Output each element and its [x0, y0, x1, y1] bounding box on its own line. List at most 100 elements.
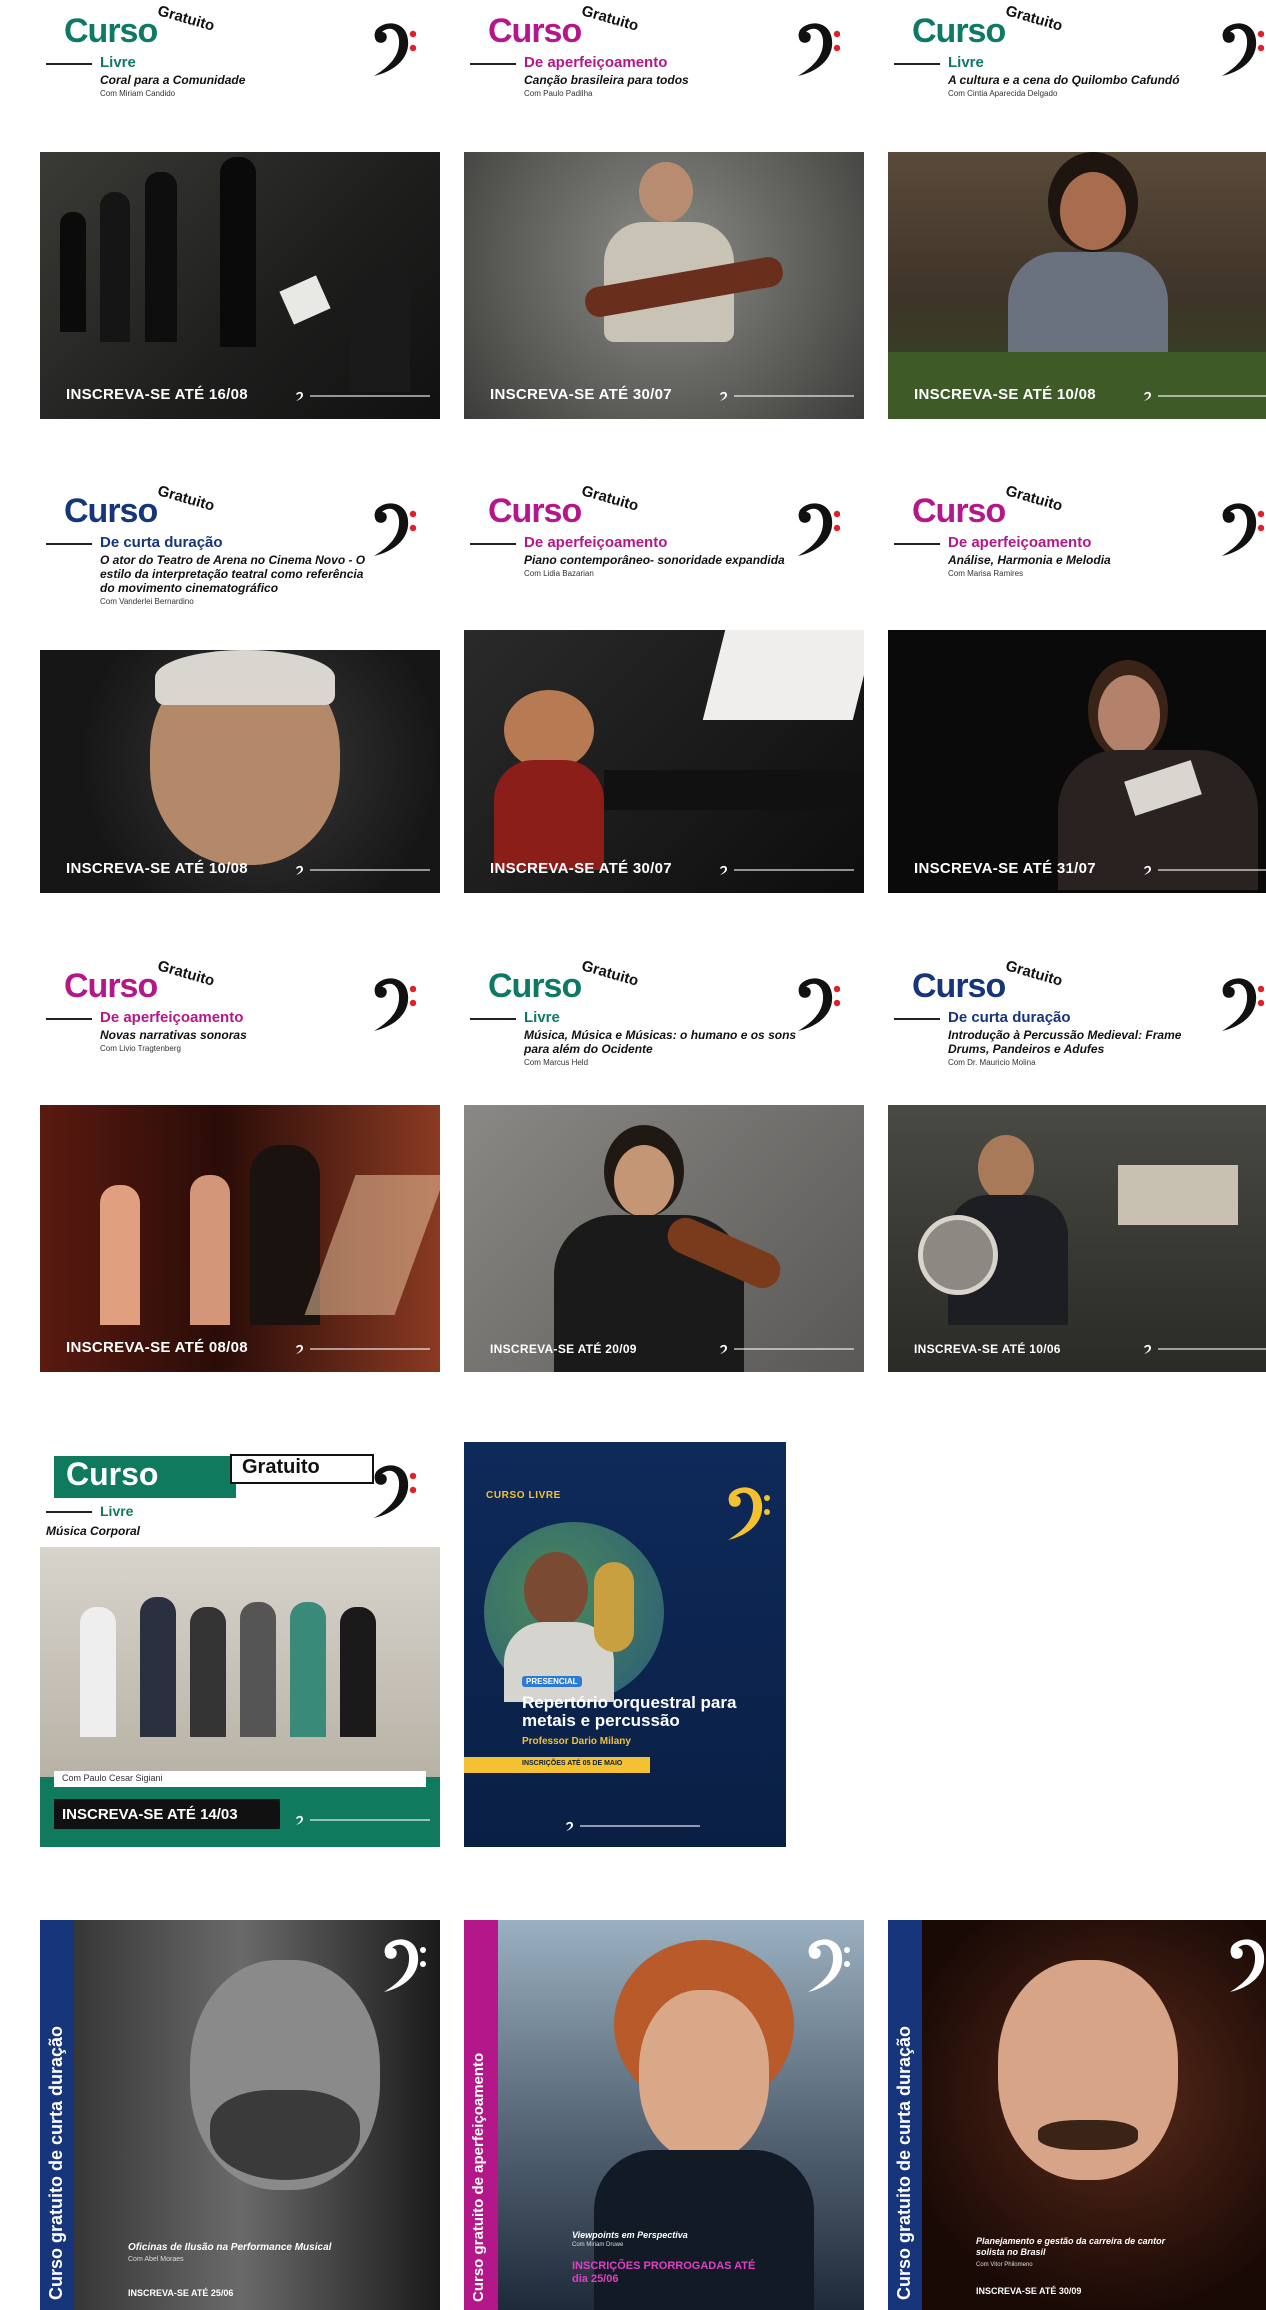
vertical-label: Curso gratuito de curta duração: [46, 2025, 66, 2300]
presencial-badge: PRESENCIAL: [522, 1676, 582, 1687]
course-card[interactable]: Curso Gratuito Livre Música, Música e Mú…: [464, 955, 864, 1372]
course-card[interactable]: CURSO LIVRE PRESENCIAL Repertório orques…: [464, 1442, 786, 1847]
deadline-cta[interactable]: INSCRIÇÕES ATÉ 05 DE MAIO: [522, 1760, 622, 1767]
course-photo: [40, 1547, 440, 1777]
curso-label: Curso: [66, 1456, 159, 1492]
footer-logo-icon: [1142, 1344, 1266, 1354]
instructor-name: Com Dr. Mauricio Molina: [948, 1058, 1036, 1067]
course-photo: [464, 630, 864, 893]
footer-logo-icon: [294, 1344, 434, 1354]
instructor-name: Com Livio Tragtenberg: [100, 1044, 181, 1053]
course-card[interactable]: Curso Gratuito De aperfeiçoamento Anális…: [888, 480, 1266, 893]
deadline-cta[interactable]: INSCREVA-SE ATÉ 30/09: [976, 2286, 1081, 2296]
course-card[interactable]: Curso gratuito de aperfeiçoamento Viewpo…: [464, 1920, 864, 2310]
instructor-photo: [484, 1522, 664, 1702]
category-label: De aperfeiçoamento: [524, 54, 668, 71]
curso-label: Curso: [64, 492, 158, 530]
gratuito-label: Gratuito: [579, 482, 641, 515]
deadline-cta[interactable]: INSCREVA-SE ATÉ 08/08: [66, 1339, 248, 1356]
course-title: Canção brasileira para todos: [524, 73, 689, 87]
course-card[interactable]: Curso Gratuito De curta duração O ator d…: [40, 480, 440, 893]
course-photo: [888, 1105, 1266, 1372]
gratuito-label: Gratuito: [579, 2, 641, 35]
course-title: Análise, Harmonia e Melodia: [948, 553, 1111, 567]
curso-label: Curso: [912, 12, 1006, 50]
course-card[interactable]: Curso Gratuito De curta duração Introduç…: [888, 955, 1266, 1372]
category-label: De aperfeiçoamento: [524, 534, 668, 551]
course-title: Novas narrativas sonoras: [100, 1028, 247, 1042]
deadline-cta[interactable]: INSCREVA-SE ATÉ 31/07: [914, 860, 1096, 877]
bass-clef-icon: [1230, 1939, 1265, 1992]
course-card[interactable]: Curso Gratuito De aperfeiçoamento Novas …: [40, 955, 440, 1372]
instructor-name: Com Abel Moraes: [128, 2256, 184, 2263]
instructor-name: Com Marcus Held: [524, 1058, 589, 1067]
bass-clef-icon: [794, 18, 840, 78]
course-photo: [888, 152, 1266, 419]
gratuito-label: Gratuito: [1003, 482, 1065, 515]
category-label: Livre: [100, 1503, 134, 1519]
course-title: A cultura e a cena do Quilombo Cafundó: [948, 73, 1180, 87]
footer-logo-icon: [718, 391, 858, 401]
curso-label: Curso: [912, 492, 1006, 530]
course-card[interactable]: Curso Gratuito Livre Música Corporal Com…: [40, 1442, 440, 1847]
bass-clef-icon: [808, 1939, 850, 1992]
course-card[interactable]: Curso Gratuito Livre A cultura e a cena …: [888, 0, 1266, 419]
extended-deadline-cta[interactable]: INSCRIÇÕES PRORROGADAS ATÉ dia 25/06: [572, 2260, 772, 2286]
vertical-label: Curso gratuito de curta duração: [894, 2025, 914, 2300]
bass-clef-icon: [794, 498, 840, 558]
instructor-name: Com Lidia Bazarian: [524, 569, 594, 578]
deadline-cta[interactable]: INSCREVA-SE ATÉ 16/08: [66, 386, 248, 403]
bass-clef-icon: [370, 18, 416, 78]
bass-clef-icon: [370, 973, 416, 1033]
category-label: De aperfeiçoamento: [948, 534, 1092, 551]
course-tag: CURSO LIVRE: [486, 1490, 561, 1501]
bass-clef-icon: [1218, 498, 1264, 558]
deadline-cta[interactable]: INSCREVA-SE ATÉ 20/09: [490, 1342, 637, 1356]
gratuito-label: Gratuito: [155, 482, 217, 515]
course-photo: [464, 152, 864, 419]
course-card[interactable]: Curso gratuito de curta duração Planejam…: [888, 1920, 1266, 2310]
course-title: Introdução à Percussão Medieval: Frame D…: [948, 1028, 1182, 1056]
course-card[interactable]: Curso Gratuito Livre Coral para a Comuni…: [40, 0, 440, 419]
course-photo: [40, 650, 440, 893]
gratuito-label: Gratuito: [1003, 957, 1065, 990]
category-label: Livre: [948, 54, 984, 71]
deadline-cta[interactable]: INSCREVA-SE ATÉ 25/06: [128, 2288, 233, 2298]
course-card[interactable]: Curso Gratuito De aperfeiçoamento Piano …: [464, 480, 864, 893]
deadline-cta[interactable]: INSCREVA-SE ATÉ 30/07: [490, 860, 672, 877]
curso-label: Curso: [64, 12, 158, 50]
footer-logo-icon: [294, 391, 434, 401]
bass-clef-icon: [1218, 18, 1264, 78]
course-title: Piano contemporâneo- sonoridade expandid…: [524, 553, 785, 567]
deadline-cta[interactable]: INSCREVA-SE ATÉ 14/03: [62, 1806, 238, 1823]
instructor-name: Com Paulo Cesar Sigiani: [62, 1773, 163, 1783]
course-photo: [888, 630, 1266, 893]
gratuito-label: Gratuito: [579, 957, 641, 990]
bass-clef-icon: [1218, 973, 1264, 1033]
professor-name: Professor Dario Milany: [522, 1736, 631, 1747]
bass-clef-icon: [384, 1939, 426, 1992]
footer-logo-icon: [294, 865, 434, 875]
category-label: De curta duração: [948, 1009, 1071, 1026]
course-photo: [464, 1105, 864, 1372]
course-card[interactable]: Curso Gratuito De aperfeiçoamento Canção…: [464, 0, 864, 419]
course-photo: [40, 152, 440, 419]
category-label: Livre: [524, 1009, 560, 1026]
footer-logo-icon: [718, 865, 858, 875]
vertical-label: Curso gratuito de aperfeiçoamento: [470, 2052, 487, 2302]
instructor-name: Com Miriam Candido: [100, 89, 176, 98]
course-title: Oficinas de Ilusão na Performance Musica…: [128, 2242, 332, 2253]
category-label: Livre: [100, 54, 136, 71]
course-card[interactable]: Curso gratuito de curta duração Oficinas…: [40, 1920, 440, 2310]
course-title: Viewpoints em Perspectiva: [572, 2230, 688, 2240]
footer-logo-icon: [1142, 391, 1266, 401]
curso-label: Curso: [488, 967, 582, 1005]
curso-label: Curso: [912, 967, 1006, 1005]
deadline-cta[interactable]: INSCREVA-SE ATÉ 10/06: [914, 1342, 1061, 1356]
deadline-cta[interactable]: INSCREVA-SE ATÉ 30/07: [490, 386, 672, 403]
deadline-cta[interactable]: INSCREVA-SE ATÉ 10/08: [914, 386, 1096, 403]
deadline-cta[interactable]: INSCREVA-SE ATÉ 10/08: [66, 860, 248, 877]
bass-clef-icon: [794, 973, 840, 1033]
bass-clef-icon: [728, 1487, 770, 1540]
curso-label: Curso: [488, 12, 582, 50]
